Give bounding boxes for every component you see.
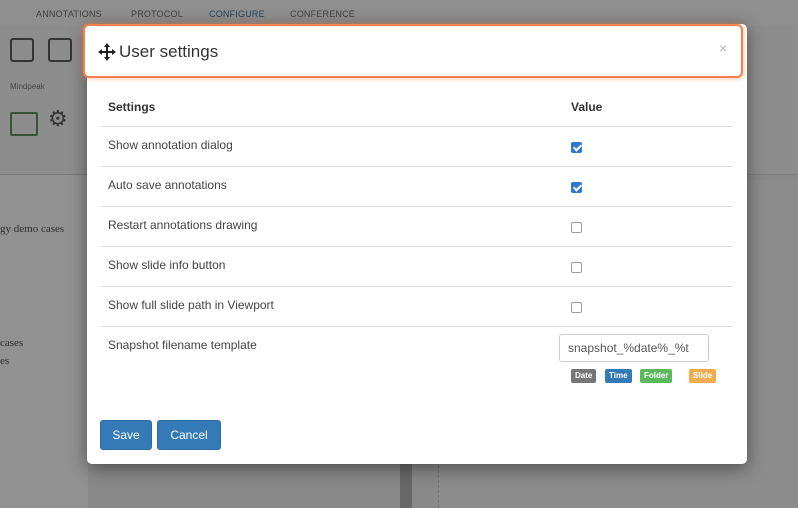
setting-label: Show annotation dialog [108,138,233,152]
table-row: Show annotation dialog [101,126,733,167]
cancel-button[interactable]: Cancel [157,420,221,450]
column-header-value: Value [571,100,603,114]
table-row: Show full slide path in Viewport [101,286,733,327]
setting-label: Restart annotations drawing [108,218,258,232]
move-icon[interactable] [97,42,117,62]
setting-checkbox[interactable] [571,142,582,153]
dialog-title: User settings [119,42,219,61]
close-icon[interactable]: × [719,40,727,56]
setting-checkbox[interactable] [571,222,582,233]
column-header-settings: Settings [108,100,156,114]
folder-tag[interactable]: Folder [640,369,673,383]
date-tag[interactable]: Date [571,369,597,383]
setting-checkbox[interactable] [571,262,582,273]
setting-label: Show full slide path in Viewport [108,298,274,312]
table-row: Auto save annotations [101,166,733,207]
setting-checkbox[interactable] [571,302,582,313]
setting-label: Snapshot filename template [108,338,257,352]
setting-checkbox[interactable] [571,182,582,193]
slide-tag[interactable]: Slide [689,369,717,383]
dialog-header[interactable]: User settings × [83,24,743,78]
table-row: Show slide info button [101,246,733,287]
save-button[interactable]: Save [100,420,152,450]
setting-label: Show slide info button [108,258,226,272]
setting-label: Auto save annotations [108,178,227,192]
time-tag[interactable]: Time [605,369,632,383]
user-settings-dialog: User settings × Settings Value Show anno… [83,24,747,464]
snapshot-template-input[interactable] [559,334,709,362]
table-row: Restart annotations drawing [101,206,733,247]
